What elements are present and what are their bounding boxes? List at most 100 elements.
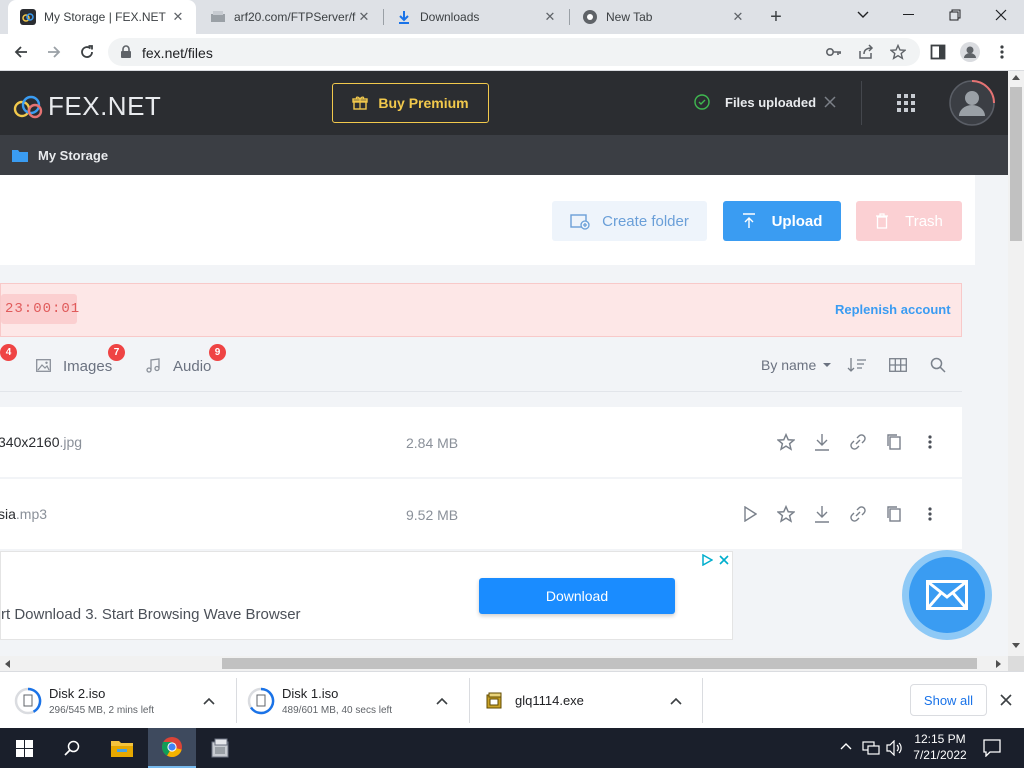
chrome-menu-icon[interactable] — [990, 40, 1014, 64]
horizontal-scroll-thumb[interactable] — [222, 658, 977, 669]
horizontal-scrollbar[interactable] — [0, 656, 1008, 671]
breadcrumb[interactable]: My Storage — [38, 148, 108, 163]
notification-center-icon[interactable] — [983, 739, 1001, 757]
create-folder-label: Create folder — [602, 212, 689, 230]
chrome-taskbar-button[interactable] — [148, 728, 196, 768]
favorite-star-icon[interactable] — [775, 503, 797, 525]
dismiss-notification-icon[interactable] — [823, 95, 837, 109]
chevron-up-icon[interactable] — [436, 697, 448, 705]
scroll-down-arrow-icon[interactable] — [1012, 643, 1020, 648]
close-shelf-icon[interactable] — [999, 693, 1013, 707]
minimize-icon[interactable] — [886, 0, 932, 30]
forward-icon[interactable] — [42, 40, 66, 64]
filter-audio[interactable]: Audio — [173, 358, 211, 375]
file-name[interactable]: sia.mp3 — [0, 506, 47, 522]
download-info: Disk 2.iso 296/545 MB, 2 mins left — [49, 686, 199, 716]
download-icon[interactable] — [811, 503, 833, 525]
chevron-up-icon[interactable] — [203, 697, 215, 705]
show-all-button[interactable]: Show all — [910, 684, 987, 716]
app-taskbar-button[interactable] — [196, 728, 244, 768]
download-name: Disk 2.iso — [49, 685, 106, 701]
tab-title: Downloads — [420, 10, 480, 24]
link-icon[interactable] — [847, 431, 869, 453]
restore-icon[interactable] — [932, 0, 978, 30]
download-item[interactable]: glq1114.exe — [469, 672, 702, 729]
adchoices-icon[interactable] — [701, 554, 713, 566]
clock[interactable]: 12:15 PM 7/21/2022 — [908, 731, 972, 763]
url-text[interactable]: fex.net/files — [142, 45, 213, 61]
download-item[interactable]: Disk 2.iso 296/545 MB, 2 mins left — [0, 672, 236, 729]
favorite-star-icon[interactable] — [775, 431, 797, 453]
scroll-left-arrow-icon[interactable] — [5, 660, 10, 668]
file-row[interactable]: sia.mp3 9.52 MB — [0, 479, 962, 549]
network-icon[interactable] — [862, 740, 880, 756]
more-options-icon[interactable] — [919, 503, 941, 525]
windows-logo-icon — [15, 739, 33, 757]
copy-icon[interactable] — [883, 503, 905, 525]
tab-downloads[interactable]: Downloads ✕ — [384, 0, 568, 34]
close-tab-icon[interactable]: ✕ — [170, 9, 186, 25]
side-panel-icon[interactable] — [926, 40, 950, 64]
vertical-scrollbar[interactable] — [1008, 71, 1024, 656]
play-icon[interactable] — [739, 503, 761, 525]
fex-logo-icon — [13, 95, 43, 118]
new-tab-button[interactable]: + — [764, 6, 788, 28]
taskbar-search-button[interactable] — [48, 728, 96, 768]
volume-icon[interactable] — [886, 740, 904, 756]
download-icon[interactable] — [811, 431, 833, 453]
copy-icon[interactable] — [883, 431, 905, 453]
scroll-up-arrow-icon[interactable] — [1012, 75, 1020, 80]
key-icon[interactable] — [822, 40, 846, 64]
bookmark-star-icon[interactable] — [886, 40, 910, 64]
tab-search-icon[interactable] — [840, 0, 886, 30]
file-explorer-button[interactable] — [98, 728, 146, 768]
user-avatar-icon[interactable] — [948, 79, 996, 127]
apps-grid-icon[interactable] — [897, 94, 915, 112]
address-bar[interactable]: fex.net/files — [108, 38, 920, 66]
lock-icon[interactable] — [120, 45, 132, 59]
tab-title: arf20.com/FTPServer/fi — [234, 10, 356, 24]
replenish-account-link[interactable]: Replenish account — [835, 302, 951, 317]
scroll-right-arrow-icon[interactable] — [996, 660, 1001, 668]
chevron-up-icon[interactable] — [670, 697, 682, 705]
profile-icon[interactable] — [958, 40, 982, 64]
contact-mail-button[interactable] — [902, 550, 992, 640]
back-icon[interactable] — [9, 40, 33, 64]
file-name[interactable]: 340x2160.jpg — [0, 434, 82, 450]
tab-ftpserver[interactable]: arf20.com/FTPServer/fi ✕ — [198, 0, 382, 34]
tab-my-storage[interactable]: My Storage | FEX.NET ✕ — [8, 0, 196, 34]
tab-title: New Tab — [606, 10, 653, 24]
create-folder-button[interactable]: Create folder — [552, 201, 707, 241]
share-icon[interactable] — [854, 40, 878, 64]
close-ad-icon[interactable] — [718, 554, 730, 566]
search-icon — [64, 740, 80, 756]
close-tab-icon[interactable]: ✕ — [542, 9, 558, 25]
grid-view-icon[interactable] — [889, 358, 907, 372]
close-window-icon[interactable] — [978, 0, 1024, 30]
close-tab-icon[interactable]: ✕ — [356, 9, 372, 25]
buy-premium-button[interactable]: Buy Premium — [332, 83, 489, 123]
start-button[interactable] — [0, 728, 48, 768]
file-size: 9.52 MB — [406, 507, 459, 523]
trash-button[interactable]: Trash — [856, 201, 962, 241]
tab-new-tab[interactable]: New Tab ✕ — [570, 0, 756, 34]
ad-download-button[interactable]: Download — [479, 578, 675, 614]
filter-images[interactable]: Images — [63, 358, 112, 375]
search-icon[interactable] — [930, 357, 946, 373]
vertical-scroll-thumb[interactable] — [1010, 87, 1022, 241]
sort-order-icon[interactable] — [847, 357, 867, 373]
file-row[interactable]: 340x2160.jpg 2.84 MB — [0, 407, 962, 477]
storage-bar: My Storage — [0, 135, 1008, 175]
upload-button[interactable]: Upload — [723, 201, 841, 241]
download-item[interactable]: Disk 1.iso 489/601 MB, 40 secs left — [236, 672, 469, 729]
reload-icon[interactable] — [75, 40, 99, 64]
link-icon[interactable] — [847, 503, 869, 525]
site-logo[interactable]: FEX.NET — [12, 91, 161, 122]
more-options-icon[interactable] — [919, 431, 941, 453]
file-explorer-icon — [111, 741, 133, 757]
close-tab-icon[interactable]: ✕ — [730, 9, 746, 25]
expiry-banner: 23:00:01 Replenish account — [0, 283, 962, 337]
sort-dropdown[interactable]: By name — [761, 357, 832, 373]
chrome-icon — [161, 737, 182, 758]
show-hidden-icons[interactable] — [840, 742, 852, 750]
